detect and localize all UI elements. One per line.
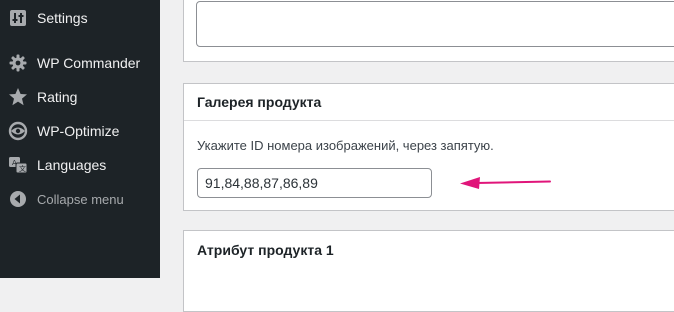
admin-sidebar: Settings WP Commander Rating WP-Optimize… <box>0 0 160 278</box>
main-content: Галерея продукта Укажите ID номера изобр… <box>160 0 674 312</box>
panel-title: Атрибут продукта 1 <box>197 242 334 258</box>
image-ids-input[interactable] <box>197 168 432 198</box>
gear-icon <box>8 53 28 73</box>
optimize-icon <box>8 121 28 141</box>
textarea-field[interactable] <box>196 1 674 47</box>
sidebar-item-wp-optimize[interactable]: WP-Optimize <box>0 116 160 146</box>
sidebar-item-label: Settings <box>37 10 88 26</box>
collapse-menu-button[interactable]: Collapse menu <box>0 184 160 214</box>
sidebar-item-settings[interactable]: Settings <box>0 3 160 33</box>
sidebar-item-label: Languages <box>37 157 107 173</box>
sidebar-item-label: Collapse menu <box>37 191 124 207</box>
svg-text:文: 文 <box>19 164 26 173</box>
panel-title: Галерея продукта <box>184 84 674 121</box>
svg-text:A: A <box>12 159 17 167</box>
sidebar-item-rating[interactable]: Rating <box>0 82 160 112</box>
pointer-arrow-annotation <box>460 177 551 189</box>
sidebar-item-wp-commander[interactable]: WP Commander <box>0 48 160 78</box>
gallery-hint-text: Укажите ID номера изображений, через зап… <box>197 138 494 153</box>
sidebar-item-label: Rating <box>37 89 78 105</box>
product-gallery-metabox: Галерея продукта Укажите ID номера изобр… <box>183 83 674 211</box>
collapse-arrow-icon <box>8 189 28 209</box>
product-attribute-metabox: Атрибут продукта 1 <box>183 230 674 312</box>
sidebar-item-languages[interactable]: A文 Languages <box>0 150 160 180</box>
settings-sliders-icon <box>8 8 28 28</box>
translate-icon: A文 <box>8 155 28 175</box>
previous-metabox <box>183 0 674 62</box>
sidebar-item-label: WP-Optimize <box>37 123 120 139</box>
star-icon <box>8 87 28 107</box>
sidebar-item-label: WP Commander <box>37 55 141 71</box>
